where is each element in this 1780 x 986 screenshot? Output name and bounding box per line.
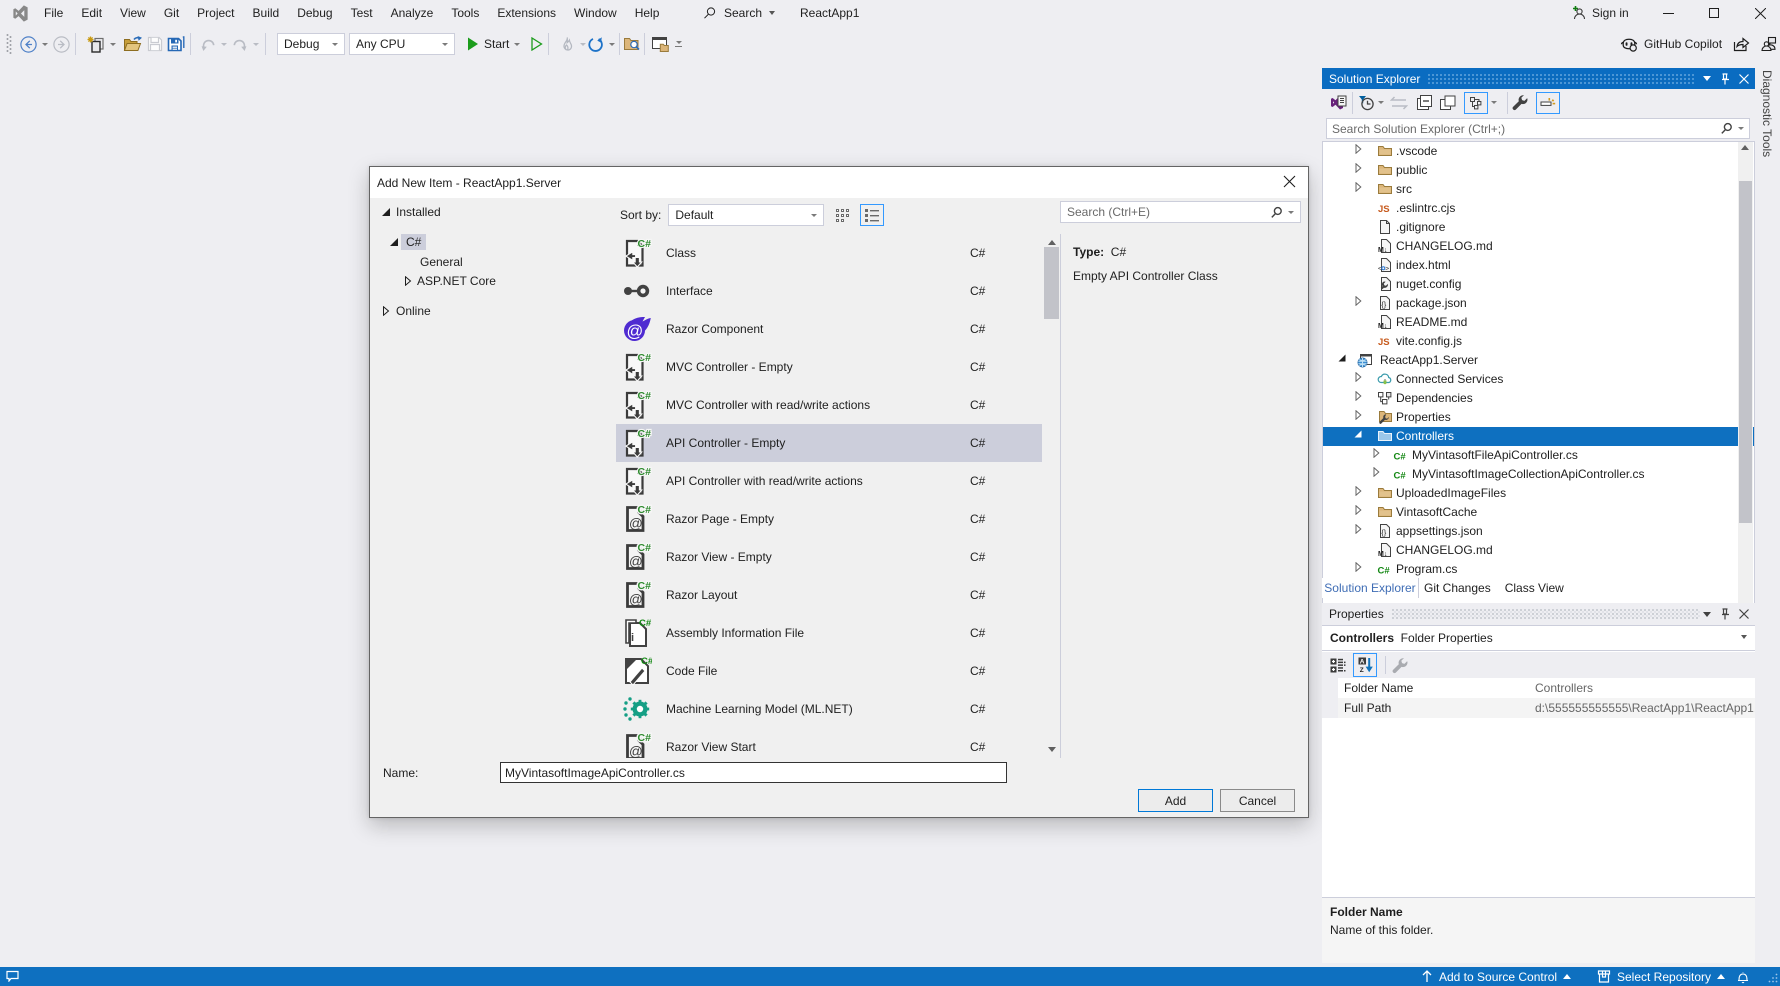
svg-text:C#: C# xyxy=(641,656,652,667)
svg-text:C#: C# xyxy=(638,580,652,592)
svg-text:C#: C# xyxy=(638,390,652,402)
svg-text:C#: C# xyxy=(639,618,652,629)
svg-text:C#: C# xyxy=(1394,471,1407,482)
svg-text:{}: {} xyxy=(1381,528,1387,537)
svg-text:>: > xyxy=(1385,266,1389,273)
svg-text:M↓: M↓ xyxy=(1378,323,1387,330)
svg-text:JS: JS xyxy=(1378,337,1390,348)
svg-text:@: @ xyxy=(629,554,643,569)
svg-text:C#: C# xyxy=(638,504,652,516)
svg-text:C#: C# xyxy=(638,238,652,250)
svg-text:@: @ xyxy=(627,323,644,341)
svg-text:C#: C# xyxy=(638,352,652,364)
svg-text:@: @ xyxy=(629,592,643,607)
svg-text:M↓: M↓ xyxy=(1378,247,1387,254)
svg-text:JS: JS xyxy=(1378,204,1390,215)
svg-text:i: i xyxy=(631,632,634,644)
svg-text:@: @ xyxy=(629,516,643,531)
svg-text:A: A xyxy=(1359,658,1364,665)
svg-text:<: < xyxy=(1378,266,1382,273)
svg-text:C#: C# xyxy=(638,542,652,554)
svg-text:C#: C# xyxy=(638,466,652,478)
svg-text:C#: C# xyxy=(1378,566,1391,577)
svg-text:C#: C# xyxy=(638,428,652,440)
svg-text:C#: C# xyxy=(1394,452,1407,463)
svg-text:Z: Z xyxy=(1359,667,1363,673)
svg-text:M↓: M↓ xyxy=(1378,551,1387,558)
svg-text:C#: C# xyxy=(638,732,652,744)
svg-text:@: @ xyxy=(629,744,643,758)
svg-text:{}: {} xyxy=(1381,300,1387,309)
